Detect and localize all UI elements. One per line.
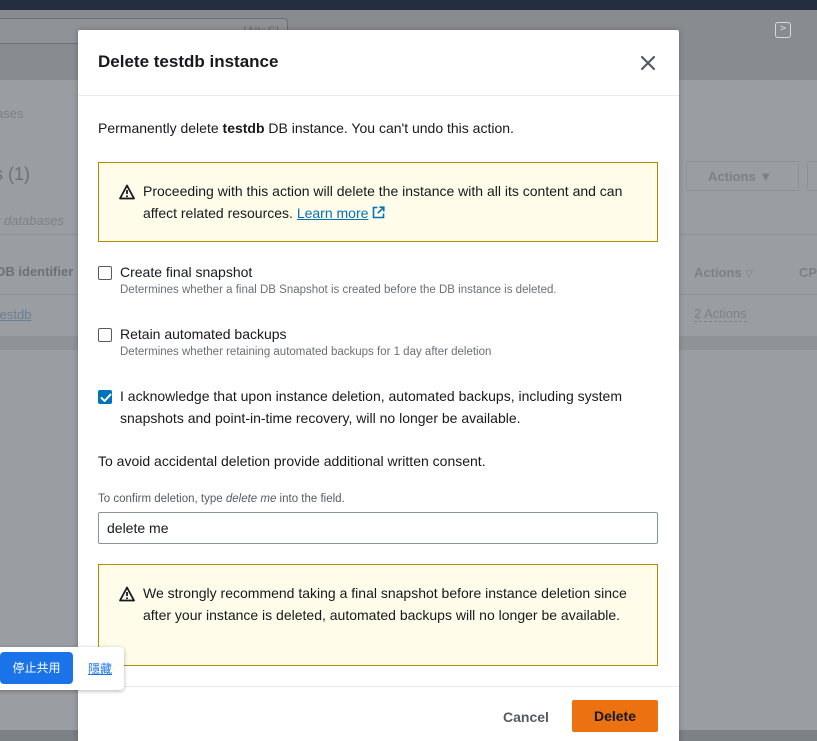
close-icon[interactable] — [639, 54, 657, 72]
confirm-suffix: into the field. — [276, 493, 345, 505]
confirm-deletion-input[interactable] — [98, 512, 658, 544]
caret-down-icon: ▼ — [759, 169, 773, 184]
warning-alert: Proceeding with this action will delete … — [98, 162, 658, 242]
learn-more-label: Learn more — [296, 205, 369, 221]
intro-text: Permanently delete testdb DB instance. Y… — [98, 120, 514, 136]
recommendation-alert: We strongly recommend taking a final sna… — [98, 564, 658, 666]
column-header-db-identifier[interactable]: DB identifier — [0, 264, 73, 279]
external-link-icon — [372, 203, 386, 219]
delete-button[interactable]: Delete — [572, 700, 658, 732]
intro-suffix: DB instance. You can't undo this action. — [264, 120, 514, 136]
create-database-button[interactable] — [807, 161, 817, 191]
filter-databases-input[interactable]: r databases — [0, 213, 64, 228]
cloudshell-icon[interactable]: > — [775, 22, 791, 38]
delete-instance-modal: Delete testdb instance Permanently delet… — [78, 30, 679, 741]
breadcrumb[interactable]: ases — [0, 106, 23, 121]
cancel-button[interactable]: Cancel — [483, 701, 569, 733]
retain-backups-checkbox[interactable] — [98, 328, 112, 342]
column-header-cpu[interactable]: CP — [799, 265, 817, 280]
checkmark-icon — [100, 393, 112, 402]
screen-share-bar: 停止共用 隱藏 — [0, 647, 124, 690]
option-description: Determines whether retaining automated b… — [120, 346, 492, 358]
option-label: Create final snapshot — [120, 264, 253, 280]
hide-share-bar-link[interactable]: 隱藏 — [88, 660, 112, 677]
warning-icon — [119, 586, 135, 602]
databases-heading: s (1) — [0, 164, 30, 184]
option-label: I acknowledge that upon instance deletio… — [120, 388, 622, 426]
option-label: Retain automated backups — [120, 326, 287, 342]
recommendation-text: We strongly recommend taking a final sna… — [143, 585, 627, 623]
modal-title: Delete testdb instance — [98, 52, 279, 71]
confirm-prefix: To confirm deletion, type — [98, 493, 226, 505]
option-description: Determines whether a final DB Snapshot i… — [120, 284, 557, 296]
instance-name: testdb — [222, 120, 265, 136]
stop-sharing-button[interactable]: 停止共用 — [0, 652, 73, 684]
sort-icon: ▽ — [745, 269, 753, 280]
modal-footer: Cancel Delete — [78, 686, 679, 741]
table-row-actions[interactable]: 2 Actions — [694, 306, 747, 322]
actions-button-label: Actions — [708, 169, 756, 184]
learn-more-link[interactable]: Learn more — [297, 205, 386, 221]
acknowledge-checkbox[interactable] — [98, 390, 112, 404]
column-header-actions[interactable]: Actions ▽ — [694, 265, 753, 280]
table-row-db-link[interactable]: testdb — [0, 307, 31, 322]
consent-text: To avoid accidental deletion provide add… — [98, 453, 486, 469]
warning-icon — [119, 184, 135, 200]
intro-prefix: Permanently delete — [98, 120, 223, 136]
column-actions-label: Actions — [694, 265, 742, 280]
actions-dropdown-button[interactable]: Actions ▼ — [686, 161, 799, 191]
console-top-bar — [0, 0, 817, 10]
confirm-phrase: delete me — [225, 493, 277, 505]
final-snapshot-checkbox[interactable] — [98, 266, 112, 280]
warning-text: Proceeding with this action will delete … — [143, 180, 633, 224]
confirm-field-label: To confirm deletion, type delete me into… — [98, 493, 345, 505]
modal-header: Delete testdb instance — [78, 30, 679, 96]
